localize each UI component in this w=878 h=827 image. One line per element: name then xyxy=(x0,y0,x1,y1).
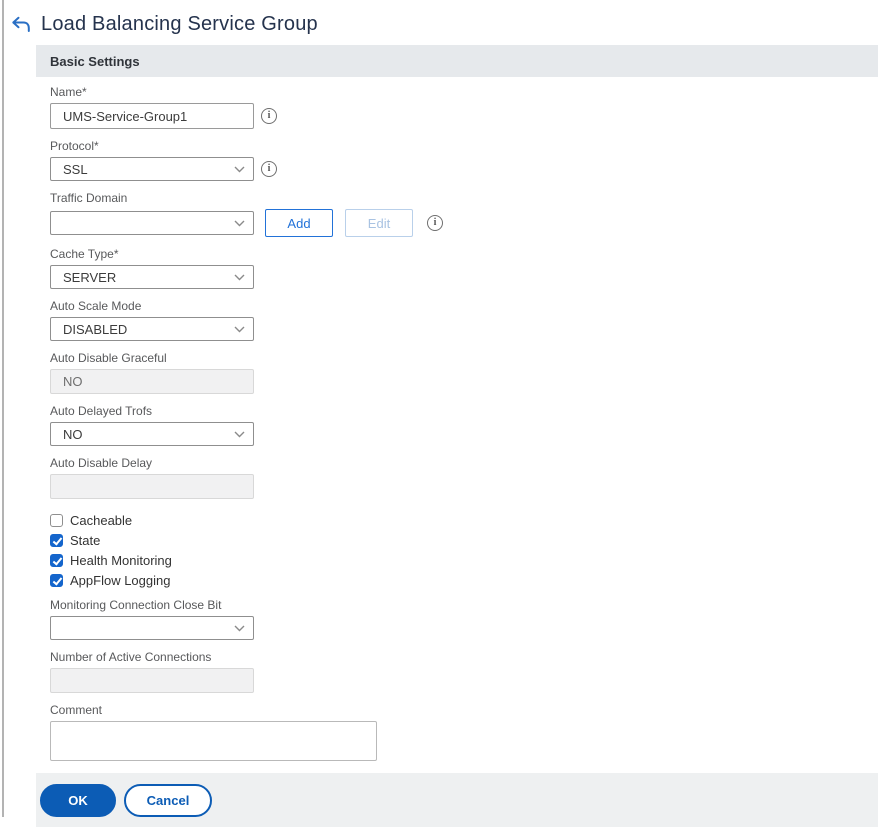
traffic-domain-info-icon[interactable]: i xyxy=(427,215,443,231)
checkbox-icon[interactable] xyxy=(50,513,63,527)
basic-settings-panel: Basic Settings Name* i Protocol* SSL i T xyxy=(36,45,878,827)
name-label: Name* xyxy=(50,85,87,99)
panel-header: Basic Settings xyxy=(36,45,878,77)
field-monitoring-connection-close-bit: Monitoring Connection Close Bit xyxy=(50,599,864,640)
auto-disable-graceful-input: NO xyxy=(50,369,254,394)
name-input[interactable] xyxy=(50,103,254,129)
chevron-down-icon xyxy=(234,220,245,226)
chevron-down-icon xyxy=(234,326,245,332)
auto-scale-mode-select[interactable]: DISABLED xyxy=(50,317,254,341)
back-arrow-icon[interactable] xyxy=(10,15,32,35)
monitoring-connection-close-bit-select[interactable] xyxy=(50,616,254,640)
ok-button[interactable]: OK xyxy=(40,783,116,817)
cache-type-label: Cache Type* xyxy=(50,247,119,261)
cache-type-select-value: SERVER xyxy=(63,269,117,285)
checkbox-icon[interactable] xyxy=(50,573,63,587)
field-auto-delayed-trofs: Auto Delayed Trofs NO xyxy=(50,405,864,446)
name-info-icon[interactable]: i xyxy=(261,108,277,124)
field-protocol: Protocol* SSL i xyxy=(50,140,864,181)
panel-body: Name* i Protocol* SSL i Traffic Domain xyxy=(36,77,878,773)
auto-delayed-trofs-label: Auto Delayed Trofs xyxy=(50,404,153,418)
comment-label: Comment xyxy=(50,703,103,717)
chevron-down-icon xyxy=(234,274,245,280)
checkbox-icon[interactable] xyxy=(50,553,63,567)
checkbox-health-monitoring[interactable]: Health Monitoring xyxy=(50,550,864,570)
field-name: Name* i xyxy=(50,86,864,129)
auto-scale-mode-select-value: DISABLED xyxy=(63,321,128,337)
field-auto-disable-graceful: Auto Disable Graceful NO xyxy=(50,352,864,394)
chevron-down-icon xyxy=(234,166,245,172)
checkbox-appflow-logging[interactable]: AppFlow Logging xyxy=(50,570,864,590)
protocol-select-value: SSL xyxy=(63,161,88,177)
number-of-active-connections-input xyxy=(50,668,254,693)
checkbox-label: AppFlow Logging xyxy=(70,572,171,588)
checkbox-group: Cacheable State Health Monitoring AppFlo… xyxy=(50,510,864,590)
field-auto-scale-mode: Auto Scale Mode DISABLED xyxy=(50,300,864,341)
monitoring-connection-close-bit-label: Monitoring Connection Close Bit xyxy=(50,598,222,612)
auto-delayed-trofs-select-value: NO xyxy=(63,426,83,442)
field-number-of-active-connections: Number of Active Connections xyxy=(50,651,864,693)
panel-title: Basic Settings xyxy=(50,53,140,69)
field-auto-disable-delay: Auto Disable Delay xyxy=(50,457,864,499)
traffic-domain-select[interactable] xyxy=(50,211,254,235)
edit-button[interactable]: Edit xyxy=(345,209,413,237)
protocol-select[interactable]: SSL xyxy=(50,157,254,181)
cache-type-select[interactable]: SERVER xyxy=(50,265,254,289)
auto-delayed-trofs-select[interactable]: NO xyxy=(50,422,254,446)
field-traffic-domain: Traffic Domain Add Edit i xyxy=(50,192,864,237)
page-header: Load Balancing Service Group xyxy=(0,0,878,36)
chevron-down-icon xyxy=(234,625,245,631)
protocol-info-icon[interactable]: i xyxy=(261,161,277,177)
field-cache-type: Cache Type* SERVER xyxy=(50,248,864,289)
auto-scale-mode-label: Auto Scale Mode xyxy=(50,299,142,313)
number-of-active-connections-label: Number of Active Connections xyxy=(50,650,212,664)
auto-disable-graceful-label: Auto Disable Graceful xyxy=(50,351,167,365)
page-left-divider xyxy=(2,0,4,817)
chevron-down-icon xyxy=(234,431,245,437)
panel-footer: OK Cancel xyxy=(36,773,878,827)
checkbox-cacheable[interactable]: Cacheable xyxy=(50,510,864,530)
checkbox-label: State xyxy=(70,532,101,548)
field-comment: Comment xyxy=(50,704,864,761)
traffic-domain-label: Traffic Domain xyxy=(50,191,128,205)
comment-textarea[interactable] xyxy=(50,721,377,761)
auto-disable-delay-label: Auto Disable Delay xyxy=(50,456,153,470)
protocol-label: Protocol* xyxy=(50,139,99,153)
auto-disable-delay-input xyxy=(50,474,254,499)
checkbox-label: Health Monitoring xyxy=(70,552,172,568)
checkbox-label: Cacheable xyxy=(70,512,133,528)
add-button[interactable]: Add xyxy=(265,209,333,237)
cancel-button[interactable]: Cancel xyxy=(124,783,212,817)
checkbox-state[interactable]: State xyxy=(50,530,864,550)
page-title: Load Balancing Service Group xyxy=(41,13,318,35)
checkbox-icon[interactable] xyxy=(50,533,63,547)
